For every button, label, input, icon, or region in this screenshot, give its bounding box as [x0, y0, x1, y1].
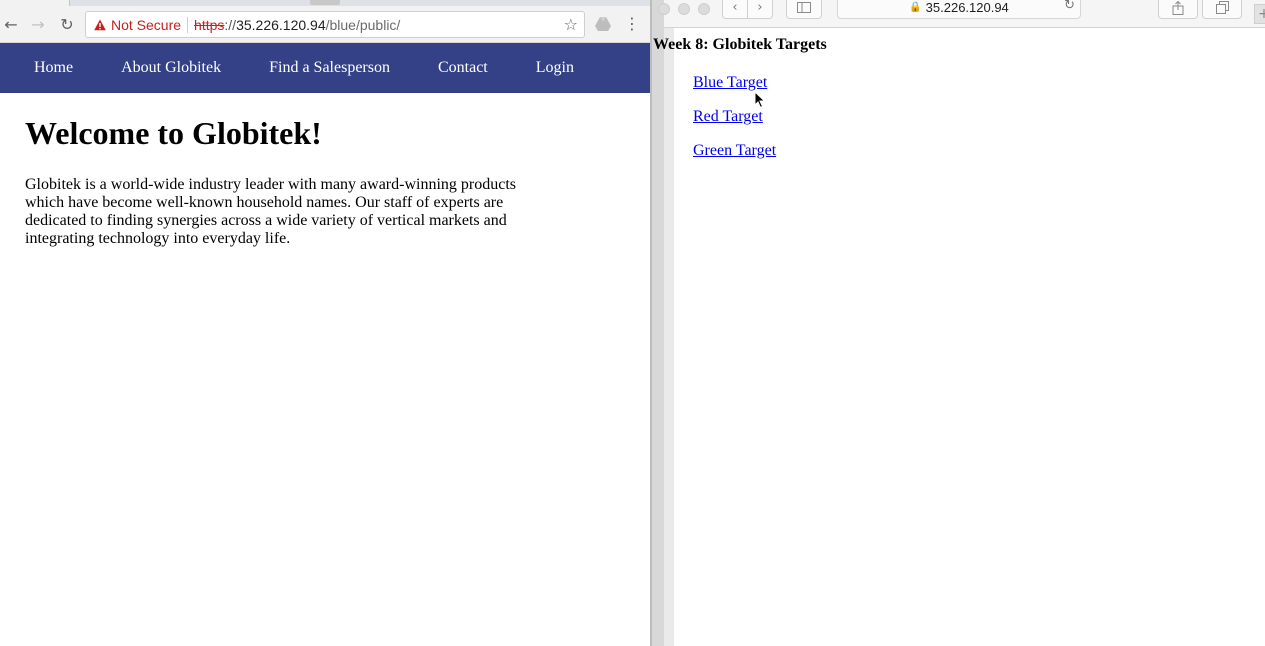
blue-target-link[interactable]: Blue Target [693, 74, 776, 92]
warning-triangle-icon [94, 19, 106, 31]
forward-chevron-icon[interactable]: › [747, 0, 773, 19]
safari-toolbar: ‹ › 🔒 35.226.120.94 ↻ + [658, 0, 1265, 28]
zoom-window-button[interactable] [698, 3, 710, 15]
kebab-menu-icon[interactable]: ⋮ [624, 14, 640, 34]
plus-icon[interactable]: + [1254, 4, 1265, 24]
chrome-window: ← → ↻ Not Secure https://35.226.120.94/b… [0, 0, 650, 646]
minimize-window-button[interactable] [678, 3, 690, 15]
security-status-label[interactable]: Not Secure [111, 17, 181, 33]
arrow-cursor-icon [754, 90, 766, 109]
share-icon[interactable] [1158, 0, 1198, 19]
targets-list: Blue Target Red Target Green Target [693, 74, 776, 176]
url-scheme: https [194, 16, 225, 33]
list-item: Green Target [693, 142, 776, 160]
lock-icon: 🔒 [909, 2, 922, 13]
sidebar-icon[interactable] [786, 0, 822, 19]
url-separator: :// [224, 16, 237, 33]
nav-item-find-salesperson[interactable]: Find a Salesperson [245, 43, 414, 93]
list-item: Red Target [693, 108, 776, 126]
list-item: Blue Target [693, 74, 776, 92]
green-target-link[interactable]: Green Target [693, 142, 776, 160]
intro-paragraph: Globitek is a world-wide industry leader… [25, 176, 516, 247]
reload-icon[interactable]: ↻ [56, 13, 78, 35]
nav-item-about[interactable]: About Globitek [97, 43, 245, 93]
safari-address-text: 35.226.120.94 [925, 0, 1009, 15]
url-host: 35.226.120.94 [236, 16, 326, 33]
forward-arrow-icon[interactable]: → [27, 13, 49, 35]
drive-icon[interactable] [594, 15, 612, 33]
nav-item-home[interactable]: Home [10, 43, 97, 93]
chrome-other-tab[interactable] [310, 0, 340, 5]
nav-item-contact[interactable]: Contact [414, 43, 512, 93]
site-main-content: Welcome to Globitek! Globitek is a world… [25, 93, 525, 248]
address-bar[interactable]: Not Secure https://35.226.120.94/blue/pu… [85, 11, 585, 38]
reload-icon[interactable]: ↻ [1064, 0, 1075, 13]
chrome-toolbar: ← → ↻ Not Secure https://35.226.120.94/b… [0, 6, 650, 43]
targets-heading: Week 8: Globitek Targets [653, 36, 827, 53]
url-path: /blue/public/ [325, 16, 401, 33]
omnibox-divider [187, 16, 189, 33]
tabs-overview-icon[interactable] [1202, 0, 1242, 19]
page-title: Welcome to Globitek! [25, 115, 322, 151]
close-window-button[interactable] [658, 3, 670, 15]
back-arrow-icon[interactable]: ← [0, 13, 22, 35]
back-chevron-icon[interactable]: ‹ [722, 0, 748, 19]
safari-page: Week 8: Globitek Targets Blue Target Red… [653, 28, 1265, 646]
star-icon[interactable]: ☆ [564, 15, 578, 34]
red-target-link[interactable]: Red Target [693, 108, 776, 126]
site-navigation: Home About Globitek Find a Salesperson C… [0, 43, 650, 93]
safari-address-bar[interactable]: 🔒 35.226.120.94 ↻ [837, 0, 1081, 19]
nav-item-login[interactable]: Login [512, 43, 598, 93]
